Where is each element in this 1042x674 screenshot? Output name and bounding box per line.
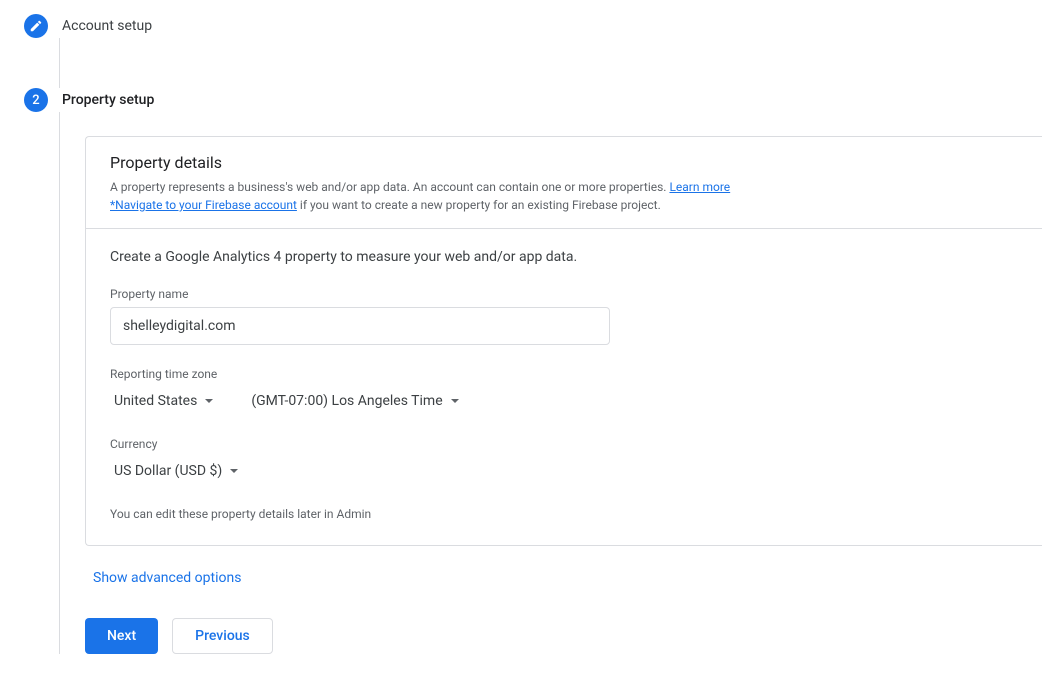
- country-dropdown[interactable]: United States: [110, 387, 217, 415]
- learn-more-link[interactable]: Learn more: [669, 180, 730, 194]
- chevron-down-icon: [230, 469, 238, 473]
- show-advanced-options-link[interactable]: Show advanced options: [93, 570, 241, 586]
- currency-value: US Dollar (USD $): [114, 463, 222, 479]
- chevron-down-icon: [451, 399, 459, 403]
- step-account-setup[interactable]: Account setup: [24, 14, 1042, 38]
- next-button[interactable]: Next: [85, 618, 158, 654]
- property-details-card: Property details A property represents a…: [85, 136, 1042, 546]
- step-connector: [59, 38, 60, 88]
- card-title: Property details: [110, 153, 1018, 172]
- step-label-property: Property setup: [62, 92, 154, 108]
- step-property-setup: 2 Property setup: [24, 88, 1042, 112]
- firebase-link[interactable]: *Navigate to your Firebase account: [110, 198, 297, 212]
- step-label-account: Account setup: [62, 18, 152, 34]
- country-value: United States: [114, 393, 197, 409]
- currency-label: Currency: [110, 437, 1018, 451]
- reporting-timezone-label: Reporting time zone: [110, 367, 1018, 381]
- admin-note: You can edit these property details late…: [110, 507, 1018, 521]
- property-name-label: Property name: [110, 287, 1018, 301]
- step-number-icon: 2: [24, 88, 48, 112]
- property-name-input[interactable]: [110, 307, 610, 345]
- currency-dropdown[interactable]: US Dollar (USD $): [110, 457, 242, 485]
- check-icon: [24, 14, 48, 38]
- timezone-dropdown[interactable]: (GMT-07:00) Los Angeles Time: [247, 387, 462, 415]
- timezone-value: (GMT-07:00) Los Angeles Time: [251, 393, 442, 409]
- instruction-text: Create a Google Analytics 4 property to …: [110, 249, 1018, 265]
- chevron-down-icon: [205, 399, 213, 403]
- vertical-connector: [24, 112, 60, 654]
- previous-button[interactable]: Previous: [172, 618, 273, 654]
- card-description: A property represents a business's web a…: [110, 178, 1018, 214]
